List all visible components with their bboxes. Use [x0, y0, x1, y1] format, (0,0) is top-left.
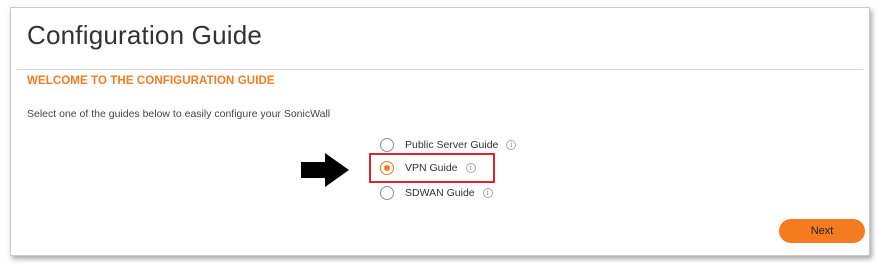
info-icon[interactable]: i: [482, 188, 493, 198]
vpn-guide-label: VPN Guide: [405, 162, 458, 174]
page-title: Configuration Guide: [27, 20, 263, 50]
guide-option-sdwan[interactable]: SDWAN Guide i: [380, 183, 493, 203]
public-server-guide-radio[interactable]: [380, 138, 394, 152]
section-heading: WELCOME TO THE CONFIGURATION GUIDE: [27, 75, 275, 87]
next-button[interactable]: Next: [779, 219, 865, 243]
intro-text: Select one of the guides below to easily…: [27, 108, 331, 120]
guide-option-vpn[interactable]: VPN Guide i: [380, 158, 476, 178]
title-divider: [17, 69, 863, 70]
configuration-guide-panel: Configuration Guide WELCOME TO THE CONFI…: [10, 7, 870, 256]
sdwan-guide-radio[interactable]: [380, 186, 394, 200]
info-icon[interactable]: i: [506, 140, 517, 150]
guide-option-public-server[interactable]: Public Server Guide i: [380, 135, 517, 155]
info-icon[interactable]: i: [465, 163, 476, 173]
public-server-guide-label: Public Server Guide: [405, 139, 499, 151]
vpn-guide-radio[interactable]: [380, 161, 394, 175]
sdwan-guide-label: SDWAN Guide: [405, 187, 475, 199]
pointer-arrow-icon: [301, 153, 349, 192]
